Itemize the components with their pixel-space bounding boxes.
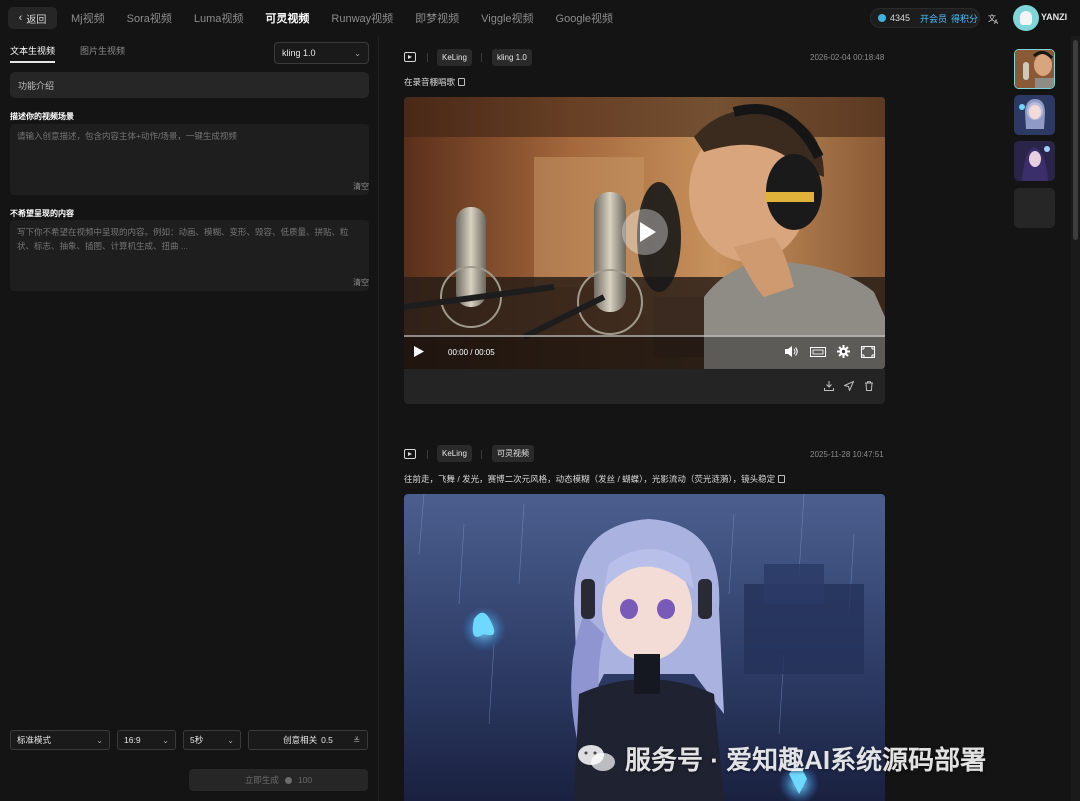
play-overlay-icon[interactable] — [622, 209, 668, 255]
tab-luma-video[interactable]: Luma视频 — [183, 0, 255, 36]
tab-viggle-video[interactable]: Viggle视频 — [470, 0, 544, 36]
video-type-tabs: Mj视频 Sora视频 Luma视频 可灵视频 Runway视频 即梦视频 Vi… — [60, 0, 624, 36]
negative-prompt-container: 清空 — [10, 220, 369, 291]
user-silhouette-icon — [1020, 11, 1032, 25]
chevron-down-icon: ⌄ — [354, 48, 361, 58]
provider-tag: KeLing — [437, 445, 472, 462]
separator — [481, 53, 482, 62]
play-icon[interactable] — [414, 346, 424, 359]
thumbnail-2[interactable] — [1014, 95, 1055, 135]
sliders-icon: ≚ — [353, 735, 360, 745]
generate-button[interactable]: 立即生成 100 — [189, 769, 368, 791]
separator — [481, 450, 482, 459]
model-select[interactable]: kling 1.0 ⌄ — [274, 42, 369, 64]
copy-icon[interactable] — [778, 475, 786, 483]
time-readout: 00:00 / 00:05 — [448, 348, 495, 357]
card-prompt-text: 往前走，飞舞 / 发光，赛博二次元风格，动态模糊（发丝 / 蝴蝶），光影流动（荧… — [404, 474, 776, 484]
generate-label: 立即生成 — [244, 775, 279, 785]
tab-mj-video[interactable]: Mj视频 — [60, 0, 116, 36]
panel-divider — [378, 36, 379, 801]
copy-icon[interactable] — [458, 78, 466, 86]
generate-cost: 100 — [297, 775, 313, 785]
fullscreen-icon[interactable] — [861, 346, 875, 360]
avatar[interactable] — [1013, 5, 1039, 31]
thumbnail-anime-image — [1014, 95, 1055, 135]
chevron-down-icon: ⌄ — [96, 735, 103, 745]
thumbnail-3[interactable] — [1014, 141, 1055, 181]
video-icon — [404, 52, 416, 62]
card-prompt: 在录音棚唱歌 — [404, 76, 466, 88]
tab-image-to-video[interactable]: 图片生视频 — [80, 44, 125, 57]
get-points-link[interactable]: 得积分 — [951, 12, 978, 25]
separator — [427, 53, 428, 62]
tab-google-video[interactable]: Google视频 — [545, 0, 624, 36]
video-action-bar — [404, 369, 885, 404]
chevron-down-icon: ⌄ — [227, 735, 234, 745]
card-timestamp: 2026-02-04 00:18:48 — [810, 53, 885, 62]
thumbnail-placeholder[interactable] — [1014, 188, 1055, 228]
translate-icon[interactable]: 文A — [986, 10, 1002, 26]
progress-bar[interactable] — [404, 335, 885, 337]
model-tag: kling 1.0 — [492, 49, 532, 66]
ratio-select[interactable]: 16:9 ⌄ — [117, 730, 176, 750]
back-button[interactable]: ‹ 返回 — [8, 7, 57, 29]
negative-prompt-input[interactable] — [10, 220, 369, 291]
top-navigation-bar: ‹ 返回 Mj视频 Sora视频 Luma视频 可灵视频 Runway视频 即梦… — [0, 0, 1080, 36]
svg-text:A: A — [994, 19, 999, 25]
negative-prompt-label: 不希望呈现的内容 — [10, 209, 74, 218]
model-value: kling 1.0 — [282, 48, 316, 58]
generation-panel: 文本生视频 图片生视频 kling 1.0 ⌄ 功能介绍 描述你的视频场景 清空… — [0, 36, 378, 801]
tab-runway-video[interactable]: Runway视频 — [320, 0, 404, 36]
back-label: 返回 — [26, 14, 47, 26]
chevron-down-icon: ⌄ — [162, 735, 169, 745]
settings-gear-icon[interactable] — [837, 345, 850, 360]
username[interactable]: YANZI — [1041, 12, 1067, 22]
scrollbar-thumb[interactable] — [1073, 40, 1078, 240]
thumbnail-1[interactable] — [1014, 49, 1055, 89]
card-timestamp: 2025-11-28 10:47:51 — [810, 450, 884, 459]
coin-icon — [284, 776, 292, 784]
tab-jimeng-video[interactable]: 即梦视频 — [404, 0, 470, 36]
tab-sora-video[interactable]: Sora视频 — [116, 0, 183, 36]
describe-scene-container: 清空 — [10, 124, 369, 195]
describe-scene-label: 描述你的视频场景 — [10, 112, 74, 121]
tab-text-to-video[interactable]: 文本生视频 — [10, 44, 55, 57]
volume-icon[interactable] — [785, 346, 799, 359]
clear-negative-button[interactable]: 清空 — [353, 277, 369, 288]
wechat-logo-icon — [577, 743, 617, 773]
mode-select[interactable]: 标准模式 ⌄ — [10, 730, 110, 750]
delete-trash-icon[interactable] — [864, 381, 874, 391]
card-prompt-text: 在录音棚唱歌 — [404, 77, 456, 87]
picture-in-picture-icon[interactable] — [810, 347, 826, 359]
feature-intro-button[interactable]: 功能介绍 — [10, 72, 369, 98]
tab-keling-video[interactable]: 可灵视频 — [254, 0, 320, 36]
duration-value: 5秒 — [190, 735, 204, 745]
watermark-text: 服务号 · 爱知趣AI系统源码部署 — [625, 744, 987, 775]
separator — [427, 450, 428, 459]
clear-describe-button[interactable]: 清空 — [353, 181, 369, 192]
creativity-slider-button[interactable]: 创意相关 0.5 ≚ — [248, 730, 368, 750]
active-tab-underline — [10, 61, 55, 63]
ratio-value: 16:9 — [124, 735, 141, 745]
video-player[interactable]: 00:00 / 00:05 — [404, 97, 885, 369]
thumbnail-dark-anime-image — [1014, 141, 1055, 181]
provider-tag: KeLing — [437, 49, 472, 66]
creativity-value: 0.5 — [321, 735, 333, 745]
chevron-left-icon: ‹ — [18, 12, 23, 24]
download-icon[interactable] — [824, 381, 834, 391]
category-tag: 可灵视频 — [492, 445, 534, 462]
credits-badge: 4345 开会员 得积分 — [870, 8, 980, 28]
share-send-icon[interactable] — [842, 380, 855, 393]
coin-icon — [878, 14, 886, 22]
credit-balance: 4345 — [890, 13, 911, 23]
vip-link[interactable]: 开会员 — [920, 12, 947, 25]
watermark: 服务号 · 爱知趣AI系统源码部署 — [577, 740, 986, 776]
video-icon — [404, 449, 416, 459]
duration-select[interactable]: 5秒 ⌄ — [183, 730, 241, 750]
thumbnail-singer-image — [1015, 50, 1054, 88]
mode-value: 标准模式 — [17, 735, 52, 745]
describe-scene-input[interactable] — [10, 124, 369, 195]
creativity-label: 创意相关 — [283, 735, 318, 745]
card-prompt: 往前走，飞舞 / 发光，赛博二次元风格，动态模糊（发丝 / 蝴蝶），光影流动（荧… — [404, 473, 786, 485]
